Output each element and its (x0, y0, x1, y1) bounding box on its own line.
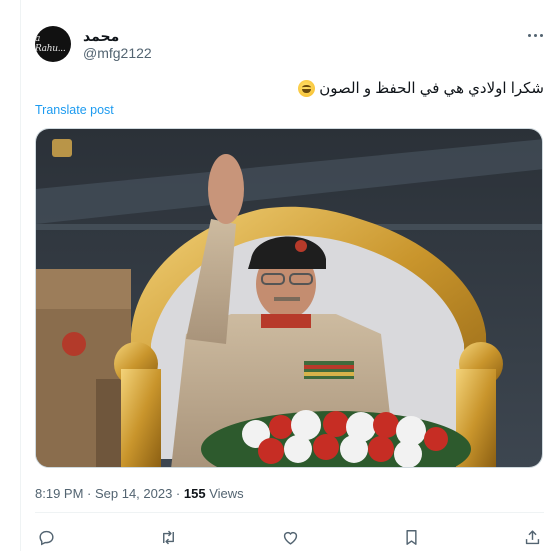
tweet-text: شكرا اولادي هي في الحفظ و الصون (298, 79, 544, 97)
photo-illustration (36, 129, 542, 467)
share-button[interactable] (521, 526, 543, 548)
action-bar (35, 526, 543, 548)
divider (35, 512, 544, 513)
reply-icon (38, 530, 54, 545)
bookmark-button[interactable] (400, 526, 422, 548)
grinning-face-emoji-icon (298, 79, 316, 97)
reply-button[interactable] (35, 526, 57, 548)
views-label: Views (205, 486, 244, 501)
timestamp[interactable]: 8:19 PM · Sep 14, 2023 · (35, 486, 184, 501)
heart-icon (283, 531, 297, 545)
share-icon (525, 529, 539, 544)
avatar[interactable]: a Rahu... (35, 26, 71, 62)
tweet-body: شكرا اولادي هي في الحفظ و الصون (319, 80, 544, 97)
views-count: 155 (183, 486, 206, 501)
translate-post-link[interactable]: Translate post (35, 103, 114, 117)
tweet-meta: 8:19 PM · Sep 14, 2023 · 155 Views (35, 486, 244, 501)
retweet-icon (162, 530, 174, 544)
more-dot (533, 33, 537, 37)
thread-border (20, 0, 21, 551)
bookmark-icon (405, 529, 417, 545)
avatar-text: a Rahu... (35, 34, 66, 54)
tweet-photo[interactable] (35, 128, 543, 468)
more-dot (527, 33, 531, 37)
more-options-button[interactable] (525, 29, 545, 41)
like-button[interactable] (279, 526, 301, 548)
author-display-name[interactable]: محمد (83, 28, 119, 45)
author-handle[interactable]: @mfg2122 (83, 45, 152, 61)
more-dot (539, 33, 543, 37)
retweet-button[interactable] (157, 526, 179, 548)
